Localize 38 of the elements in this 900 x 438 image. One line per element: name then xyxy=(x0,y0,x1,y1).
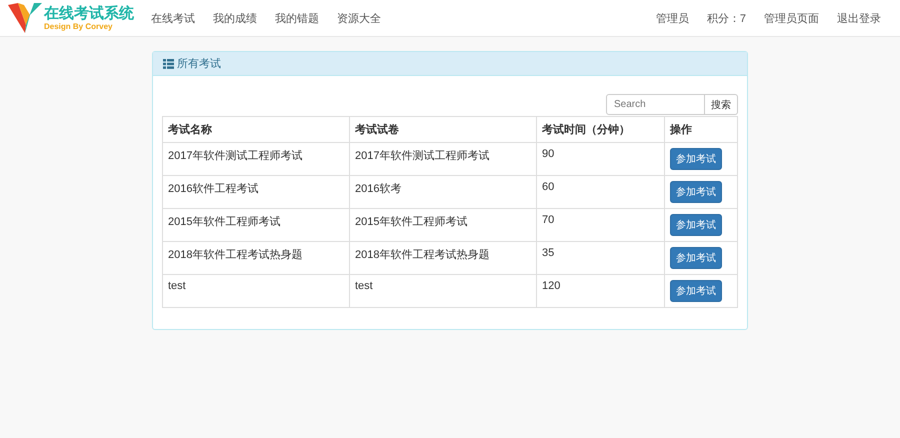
table-cell: 2017年软件测试工程师考试 xyxy=(162,142,350,176)
nav-link[interactable]: 退出登录 xyxy=(828,10,890,26)
table-cell: 120 xyxy=(536,274,664,308)
table-cell: 2015年软件工程师考试 xyxy=(162,208,350,242)
table-cell: 90 xyxy=(536,142,664,176)
column-header: 考试试卷 xyxy=(350,116,536,142)
search-button[interactable]: 搜索 xyxy=(705,94,738,115)
brand-subtitle: Design By Corvey xyxy=(44,22,114,30)
table-cell: 60 xyxy=(536,176,664,208)
join-exam-button[interactable]: 参加考试 xyxy=(670,214,722,236)
search-field[interactable]: Search xyxy=(606,94,705,115)
table-cell: test xyxy=(162,274,350,308)
nav-link[interactable]: 我的成绩 xyxy=(204,10,266,26)
column-header: 考试时间（分钟） xyxy=(536,116,664,142)
nav-link[interactable]: 管理员页面 xyxy=(755,10,828,26)
list-icon xyxy=(163,58,174,68)
column-header: 考试名称 xyxy=(162,116,350,142)
column-header: 操作 xyxy=(664,116,738,142)
table-cell: 2018年软件工程考试热身题 xyxy=(162,242,350,274)
nav-link[interactable]: 资源大全 xyxy=(328,10,390,26)
panel-title: 所有考试 xyxy=(177,57,221,71)
nav-link[interactable]: 积分：7 xyxy=(698,10,755,26)
join-exam-button[interactable]: 参加考试 xyxy=(670,247,722,269)
table-cell: test xyxy=(350,274,536,308)
table-cell: 2017年软件测试工程师考试 xyxy=(350,142,536,176)
join-exam-button[interactable]: 参加考试 xyxy=(670,148,722,170)
join-exam-button[interactable]: 参加考试 xyxy=(670,181,722,203)
table-cell: 2016软考 xyxy=(350,176,536,208)
nav-link[interactable]: 在线考试 xyxy=(142,10,204,26)
table-cell: 2015年软件工程师考试 xyxy=(350,208,536,242)
table-cell: 2016软件工程考试 xyxy=(162,176,350,208)
table-cell: 70 xyxy=(536,208,664,242)
table-cell: 35 xyxy=(536,242,664,274)
join-exam-button[interactable]: 参加考试 xyxy=(670,280,722,302)
table-cell: 2018年软件工程考试热身题 xyxy=(350,242,536,274)
nav-link[interactable]: 管理员 xyxy=(646,10,698,26)
nav-link[interactable]: 我的错题 xyxy=(266,10,328,26)
v-logo-icon xyxy=(8,3,42,33)
